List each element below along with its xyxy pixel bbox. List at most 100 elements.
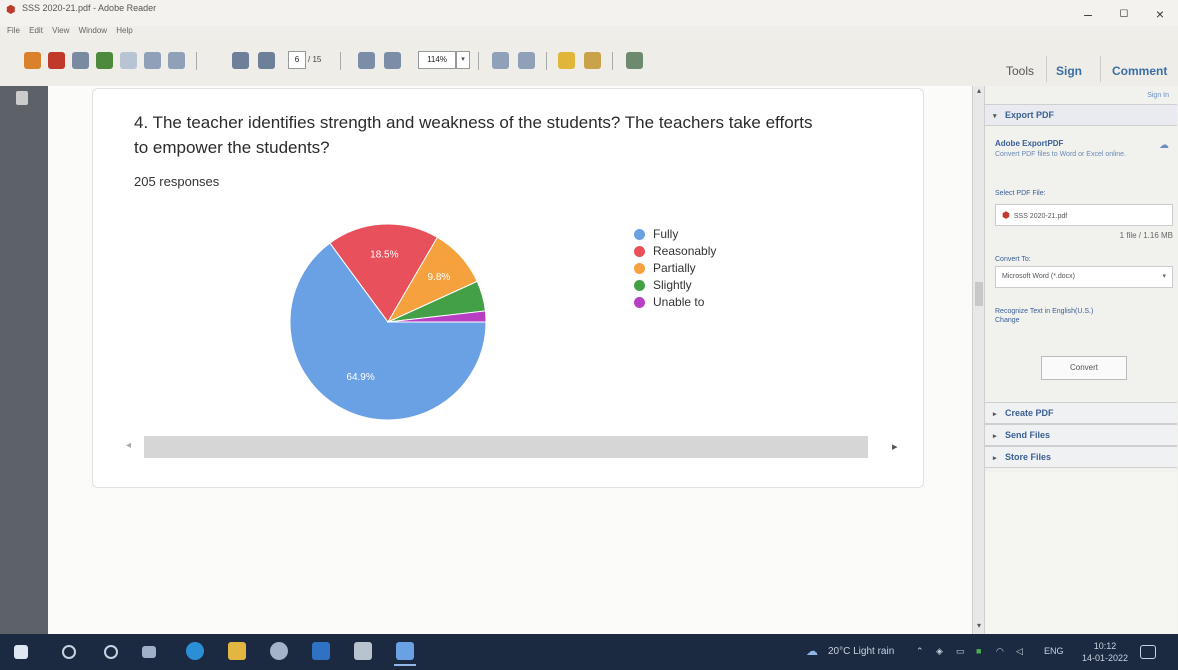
print-icon[interactable] [144,52,161,69]
windows-start-icon[interactable] [14,645,28,659]
tab-sign[interactable]: Sign [1056,64,1082,78]
active-indicator [394,664,416,666]
tab-tools[interactable]: Tools [1006,64,1034,78]
clock-date: 14-01-2022 [1082,653,1129,663]
pages-panel-icon[interactable] [16,91,28,105]
selected-file-field[interactable]: ⬢ SSS 2020-21.pdf [995,204,1173,226]
legend-label: Unable to [653,295,705,309]
adobe-reader-icon: ⬢ [6,4,16,16]
create-pdf-label: Create PDF [1005,408,1054,418]
fit-width-icon[interactable] [518,52,535,69]
menu-edit[interactable]: Edit [29,26,43,35]
page-total: / 15 [308,55,322,64]
comment-icon[interactable] [558,52,575,69]
legend-item-slightly: Slightly [634,277,716,294]
close-button[interactable]: × [1150,6,1170,22]
network-icon[interactable]: ◈ [936,646,943,657]
volume-icon[interactable]: ◁ [1016,646,1023,657]
sign-in-link[interactable]: Sign In [1147,92,1169,99]
convert-to-select[interactable]: Microsoft Word (*.docx) ▾ [995,266,1173,288]
horizontal-scrollbar[interactable] [144,436,868,458]
minimize-button[interactable]: – [1078,6,1098,22]
zoom-input[interactable]: 114% [418,51,456,69]
window-title: SSS 2020-21.pdf - Adobe Reader [22,3,157,13]
menu-file[interactable]: File [7,26,20,35]
zoom-dropdown-icon[interactable]: ▾ [456,51,470,69]
menu-help[interactable]: Help [116,26,132,35]
pie-label-fully: 64.9% [346,372,374,383]
sign-icon[interactable] [626,52,643,69]
create-pdf-header[interactable]: ▸ Create PDF [985,402,1177,424]
page-number-input[interactable]: 6 [288,51,306,69]
convert-button[interactable]: Convert [1041,356,1127,380]
next-page-icon[interactable] [258,52,275,69]
store-files-header[interactable]: ▸ Store Files [985,446,1177,468]
highlight-icon[interactable] [584,52,601,69]
service-title: Adobe ExportPDF [995,139,1064,148]
file-size: 1 file / 1.16 MB [1119,231,1173,240]
upload-cloud-icon[interactable] [96,52,113,69]
toolbar: 6 / 15 114% ▾ Tools Sign Comment [0,42,1178,87]
language-indicator[interactable]: ENG [1044,646,1064,656]
clock[interactable]: 10:12 14-01-2022 [1082,640,1128,664]
menu-bar: File Edit View Window Help [0,26,1178,40]
task-view-icon[interactable] [142,646,156,658]
legend-swatch [634,263,645,274]
app-icon[interactable] [270,642,288,660]
scroll-right-icon[interactable]: ▸ [892,440,898,453]
fit-page-icon[interactable] [492,52,509,69]
adobe-reader-taskbar-icon[interactable] [396,642,414,660]
convert-to-label: Convert To: [995,256,1031,263]
zoom-in-icon[interactable] [384,52,401,69]
previous-page-icon[interactable] [232,52,249,69]
email-icon[interactable] [168,52,185,69]
cloud-icon: ☁ [1159,140,1169,151]
tray-chevron-icon[interactable]: ⌃ [916,646,924,657]
weather-icon: ☁ [806,644,818,658]
chart-legend: Fully Reasonably Partially Slightly Unable t… [634,226,716,311]
send-files-header[interactable]: ▸ Send Files [985,424,1177,446]
taskbar: ☁ 20°C Light rain ⌃ ◈ ▭ ■ ◠ ◁ ENG 10:12 … [0,634,1178,670]
app-tray-icon[interactable]: ■ [976,646,981,656]
menu-window[interactable]: Window [79,26,107,35]
edit-icon[interactable] [72,52,89,69]
change-link[interactable]: Change [995,317,1020,324]
title-bar: ⬢ SSS 2020-21.pdf - Adobe Reader – ◻ × [0,0,1178,26]
tools-pane: Sign In ▾ Export PDF Adobe ExportPDF ☁ Co… [984,86,1178,634]
pdf-file-icon: ⬢ [1002,210,1010,220]
recognize-text-label: Recognize Text in English(U.S.) [995,308,1094,315]
legend-label: Slightly [653,278,692,292]
edge-browser-icon[interactable] [186,642,204,660]
pie-chart: 64.9% 18.5% 9.8% [289,223,487,421]
legend-label: Fully [653,227,679,241]
weather-text[interactable]: 20°C Light rain [828,646,894,657]
question-text: 4. The teacher identifies strength and w… [134,113,813,157]
wifi-icon[interactable]: ◠ [996,646,1004,657]
file-explorer-icon[interactable] [228,642,246,660]
save-icon[interactable] [120,52,137,69]
scroll-left-icon[interactable]: ◂ [126,440,131,451]
menu-view[interactable]: View [52,26,69,35]
notifications-icon[interactable] [1140,645,1156,659]
legend-label: Partially [653,261,696,275]
navigation-panel [0,86,48,634]
export-pdf-header[interactable]: ▾ Export PDF [985,104,1177,126]
create-pdf-icon[interactable] [48,52,65,69]
scroll-thumb[interactable] [975,282,983,306]
battery-icon[interactable]: ▭ [956,646,965,657]
word-icon[interactable] [312,642,330,660]
export-pdf-label: Export PDF [1005,110,1055,120]
convert-to-value: Microsoft Word (*.docx) [1002,273,1075,280]
document-app-icon[interactable] [354,642,372,660]
tab-comment[interactable]: Comment [1112,64,1167,78]
legend-item-unable-to: Unable to [634,294,716,311]
search-icon[interactable] [62,645,76,659]
maximize-button[interactable]: ◻ [1114,6,1134,19]
legend-item-reasonably: Reasonably [634,243,716,260]
select-file-label: Select PDF File: [995,190,1046,197]
cortana-icon[interactable] [104,645,118,659]
pie-label-reasonably: 18.5% [370,249,398,260]
open-icon[interactable] [24,52,41,69]
zoom-out-icon[interactable] [358,52,375,69]
legend-swatch [634,229,645,240]
